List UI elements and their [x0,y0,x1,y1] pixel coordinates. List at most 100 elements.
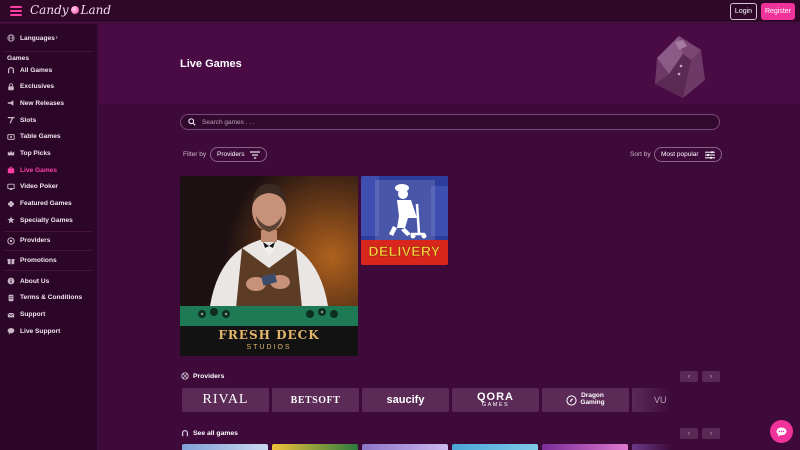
caret-right-icon: › [55,35,58,42]
sort-select[interactable]: Most popular [654,147,722,162]
document-icon [7,294,15,302]
sidebar-item-featured-games[interactable]: Featured Games [0,195,97,212]
chat-bubble-icon [776,426,787,437]
provider-subname: Gaming [580,399,605,406]
sidebar-item-exclusives[interactable]: Exclusives [0,78,97,95]
dealer-vest-illustration [655,36,705,98]
chip-icon [181,372,189,380]
dragon-logo-icon [566,394,577,406]
star-badge-icon [7,216,15,224]
provider-saucify[interactable]: saucify [362,388,449,412]
provider-rival[interactable]: RIVAL [182,388,269,412]
sidebar-item-live-support[interactable]: Live Support [0,323,97,340]
sidebar-item-providers[interactable]: Providers [0,233,97,250]
sort-value: Most popular [661,151,699,158]
sidebar-item-label: New Releases [20,99,64,107]
providers-prev-button[interactable]: ‹ [680,371,698,382]
sidebar-item-label: Video Poker [20,183,58,191]
providers-filter-label: Providers [217,151,245,158]
sidebar-item-slots[interactable]: Slots [0,112,97,129]
sidebar-item-about-us[interactable]: About Us [0,273,97,290]
game-tile-delivery[interactable]: DELIVERY [361,176,448,265]
sidebar-item-support[interactable]: Support [0,306,97,323]
lollipop-icon [70,6,79,14]
sidebar-item-label: Slots [20,116,37,124]
sidebar-item-all-games[interactable]: All Games [0,62,97,79]
sidebar-item-label: About Us [20,277,50,285]
horseshoe-icon [7,66,15,74]
provider-dragon-gaming[interactable]: Dragon Gaming [542,388,629,412]
sidebar-item-top-picks[interactable]: Top Picks [0,145,97,162]
sidebar-item-live-games[interactable]: Live Games [0,162,97,179]
sidebar-item-new-releases[interactable]: New Releases [0,95,97,112]
sidebar-item-label: Live Games [20,166,58,174]
provider-betsoft[interactable]: BETSOFT [272,388,359,412]
provider-subname: GAMES [481,401,510,408]
game-thumbnail-partial[interactable] [632,444,672,450]
hero-banner: Live Games [99,24,800,104]
sidebar-item-specialty-games[interactable]: Specialty Games [0,212,97,229]
games-heading: Games [7,54,29,62]
sidebar-item-promotions[interactable]: Promotions [0,252,97,269]
sidebar-item-label: Live Support [20,327,61,335]
search-input[interactable] [202,118,682,126]
sidebar-item-label: Exclusives [20,83,55,91]
sidebar-item-label: Providers [20,237,51,245]
providers-filter-button[interactable]: Providers [210,147,268,162]
sidebar-item-label: Top Picks [20,149,51,157]
chip-icon [7,237,15,245]
live-dealer-icon [7,166,15,174]
search-bar[interactable] [180,114,720,130]
game-tile-fresh-deck[interactable]: FRESH DECK STUDIOS [180,176,358,356]
game-logo-line1: FRESH DECK [218,328,320,342]
game-thumbnail-partial[interactable] [542,444,628,450]
menu-icon[interactable] [10,6,22,16]
game-thumbnail-partial[interactable] [362,444,448,450]
providers-section-heading[interactable]: Providers [181,372,224,380]
sidebar: Languages › Games All Games Exclusives N… [0,24,98,450]
megaphone-icon [7,99,15,107]
table-icon [7,133,15,141]
register-button[interactable]: Register [761,3,795,20]
sidebar-item-label: Table Games [20,133,61,141]
sidebar-item-label: Featured Games [20,200,72,208]
sidebar-item-label: Languages [20,34,55,42]
sidebar-item-label: Terms & Conditions [20,294,83,302]
live-chat-button[interactable] [770,420,793,443]
horseshoe-icon [181,429,189,437]
game-thumbnail-partial[interactable] [272,444,358,450]
game-thumbnail-partial[interactable] [452,444,538,450]
sidebar-item-terms[interactable]: Terms & Conditions [0,290,97,307]
filter-icon [250,150,261,159]
game-thumbnail-partial[interactable] [182,444,268,450]
see-all-games-title: See all games [193,429,238,437]
sidebar-item-languages[interactable]: Languages › [0,30,97,47]
provider-partial[interactable]: VU [632,388,672,412]
sidebar-item-label: Support [20,311,46,319]
login-button[interactable]: Login [730,3,757,20]
logo-text-part: Candy [30,3,69,17]
sidebar-item-table-games[interactable]: Table Games [0,128,97,145]
page-title: Live Games [180,58,242,70]
see-all-games-heading[interactable]: See all games [181,429,238,437]
slot-lever-icon [7,116,15,124]
lock-icon [7,83,15,91]
info-icon [7,277,15,285]
providers-section-title: Providers [193,372,225,380]
all-games-next-button[interactable]: › [702,428,720,439]
provider-qora-games[interactable]: QORA GAMES [452,388,539,412]
providers-next-button[interactable]: › [702,371,720,382]
globe-icon [7,34,15,42]
logo[interactable]: Candy Land [30,3,111,17]
mail-icon [7,311,15,319]
game-logo-line2: STUDIOS [246,344,292,351]
game-logo-text: DELIVERY [368,243,441,259]
clover-icon [7,200,15,208]
sort-by-label: Sort by [630,151,651,158]
crown-icon [7,149,15,157]
sidebar-item-label: Promotions [20,257,57,265]
sliders-icon [704,150,715,159]
sidebar-item-video-poker[interactable]: Video Poker [0,179,97,196]
monitor-icon [7,183,15,191]
all-games-prev-button[interactable]: ‹ [680,428,698,439]
